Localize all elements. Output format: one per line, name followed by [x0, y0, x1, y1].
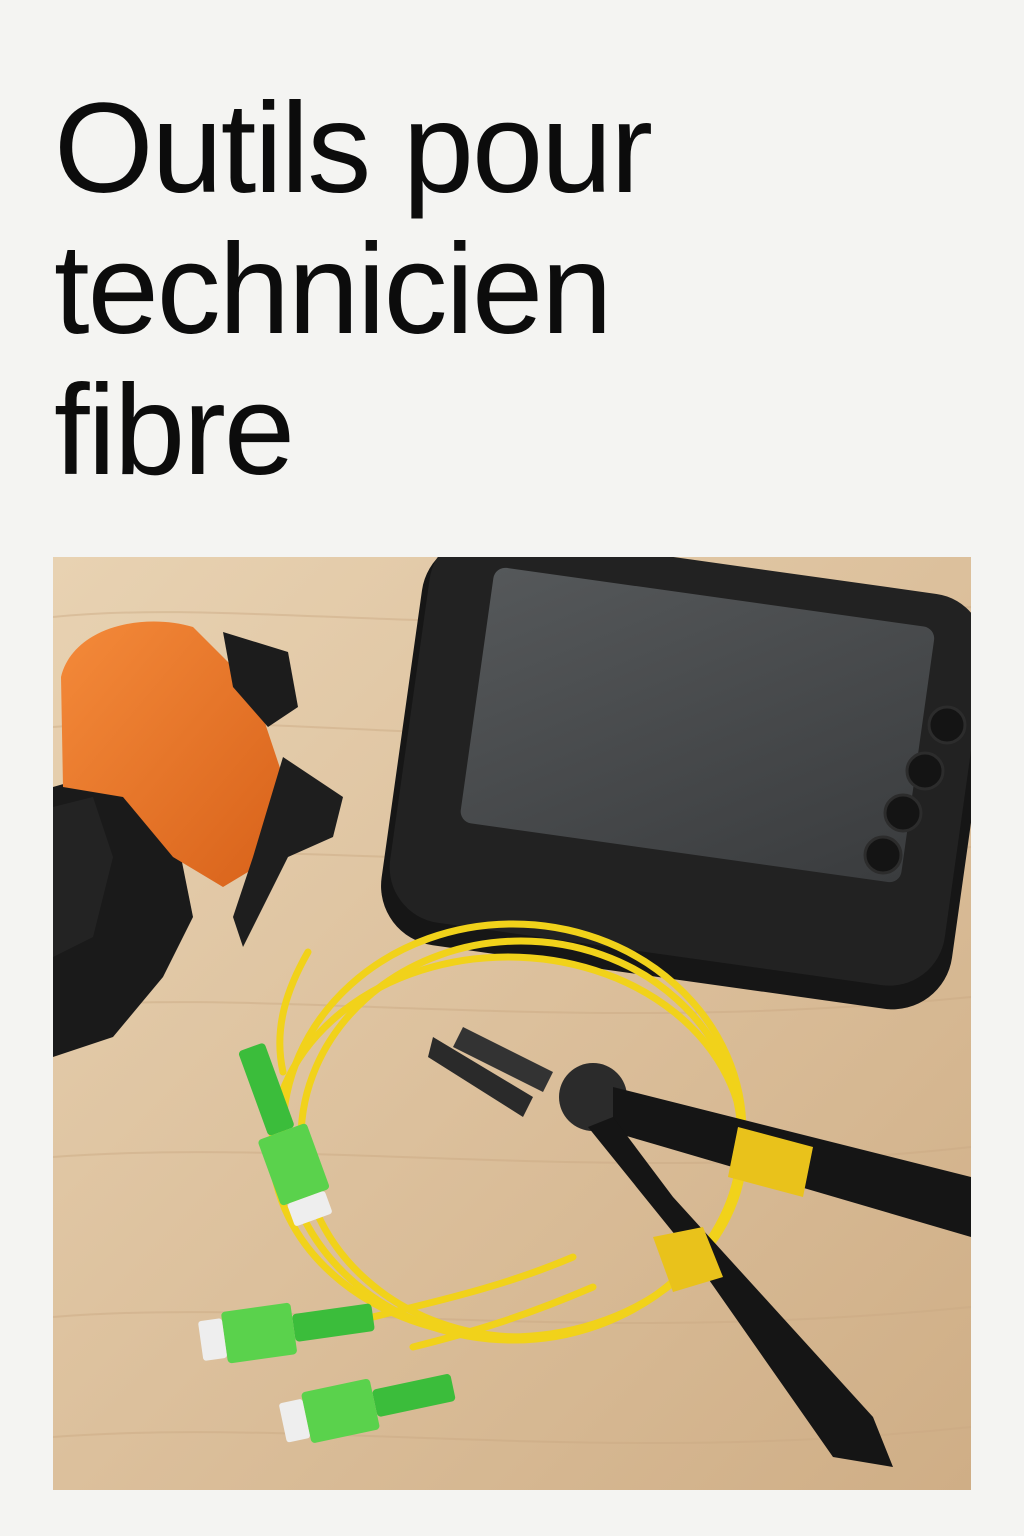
title-line-3: fibre — [54, 359, 295, 502]
title-line-1: Outils pour — [54, 77, 653, 220]
title-line-2: technicien — [54, 218, 612, 361]
device-button-1 — [927, 705, 967, 745]
device-button-3 — [883, 793, 923, 833]
page-title: Outils pour technicien fibre — [54, 78, 954, 501]
tools-photo — [53, 557, 971, 1490]
device-button-4 — [863, 835, 903, 875]
device-button-2 — [905, 751, 945, 791]
